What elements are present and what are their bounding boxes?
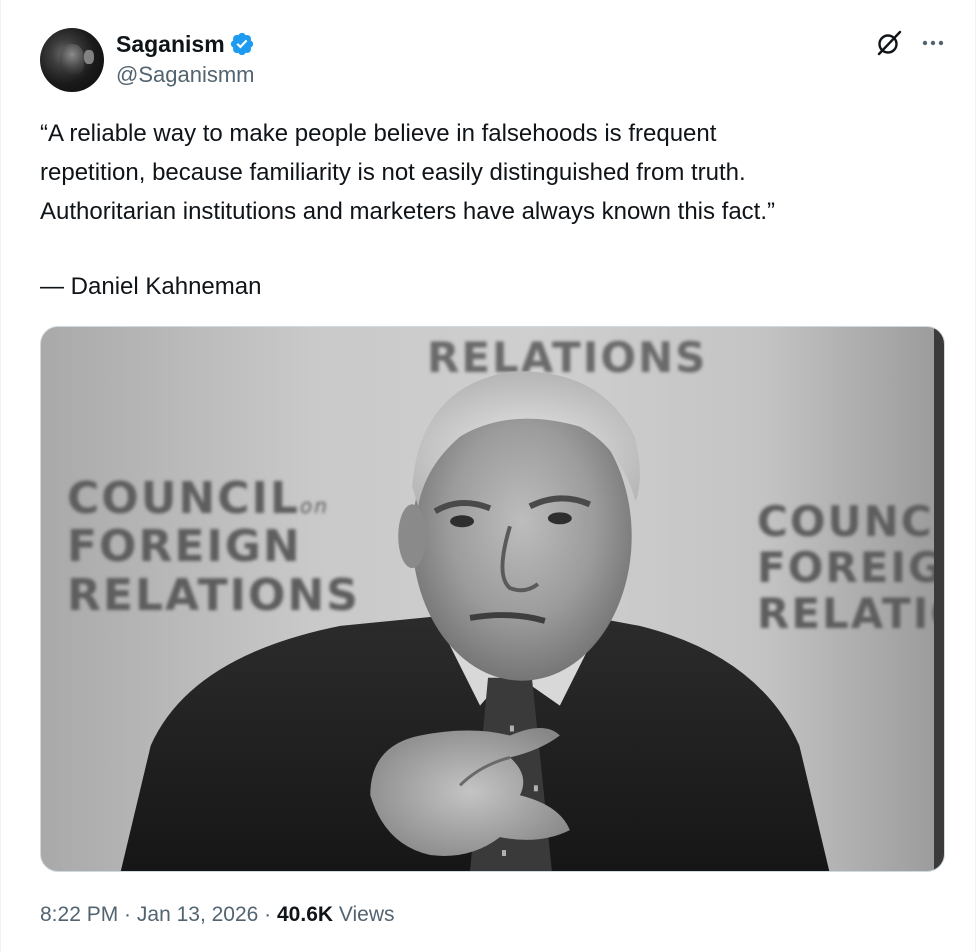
card-border [0,0,1,952]
tweet-text: “A reliable way to make people believe i… [40,120,776,225]
more-icon[interactable] [918,28,948,58]
tweet-photo[interactable]: RELATIONS COUNCILon FOREIGN RELATIONS CO… [40,326,945,872]
tweet-header: Saganism @Saganismm [40,28,948,94]
avatar-figure [60,44,84,74]
meta-separator-2: · [258,903,277,926]
display-name[interactable]: Saganism [116,30,225,58]
verified-badge-icon[interactable] [229,31,255,57]
grok-icon[interactable] [874,28,904,58]
tweet-time[interactable]: 8:22 PM [40,903,118,926]
author-handle[interactable]: @Saganismm [116,60,255,90]
views-count[interactable]: 40.6K [277,903,333,926]
tweet-date[interactable]: Jan 13, 2026 [137,903,258,926]
photo-subject [120,371,830,871]
meta-separator: · [118,903,137,926]
avatar[interactable] [40,28,104,92]
views-label: Views [333,903,395,926]
tweet-meta: 8:22 PM · Jan 13, 2026 · 40.6K Views [40,900,395,930]
display-name-row: Saganism [116,30,255,58]
author-info: Saganism @Saganismm [116,30,255,90]
header-actions [874,28,948,58]
avatar-hand [84,50,94,64]
tweet-attribution: — Daniel Kahneman [40,273,262,300]
